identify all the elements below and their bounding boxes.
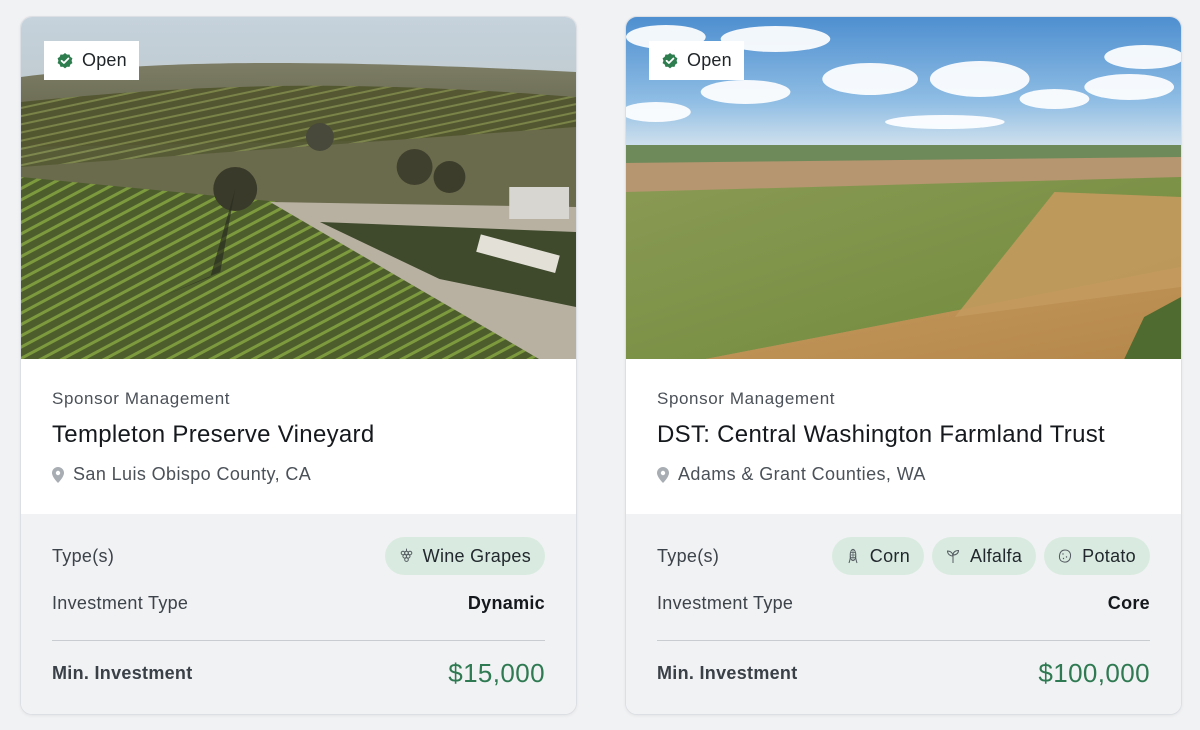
divider <box>657 640 1150 641</box>
sponsor-name: Sponsor Management <box>52 389 231 408</box>
listing-title[interactable]: Templeton Preserve Vineyard <box>52 421 375 449</box>
potato-icon <box>1058 548 1072 564</box>
sprout-icon <box>946 548 960 564</box>
type-chip-potato: Potato <box>1044 537 1150 575</box>
min-investment-row: Min. Investment $100,000 <box>657 657 1150 689</box>
location-text: San Luis Obispo County, CA <box>73 464 312 484</box>
types-row: Type(s) Corn Alfalfa Potato <box>657 537 1150 575</box>
investment-type-row: Investment Type Core <box>657 591 1150 615</box>
map-pin-icon <box>657 466 669 483</box>
types-label: Type(s) <box>657 545 720 566</box>
type-chip-corn: Corn <box>831 537 925 575</box>
corn-icon <box>846 548 860 564</box>
min-investment-label: Min. Investment <box>52 662 193 683</box>
min-investment-value: $100,000 <box>1038 657 1150 688</box>
min-investment-label: Min. Investment <box>657 662 798 683</box>
investment-type-value: Dynamic <box>467 592 545 613</box>
status-badge: Open <box>649 41 744 80</box>
status-badge: Open <box>44 41 139 80</box>
divider <box>52 640 545 641</box>
map-pin-icon <box>52 466 64 483</box>
chip-label: Potato <box>1082 545 1136 566</box>
sponsor-name: Sponsor Management <box>657 389 836 408</box>
status-label: Open <box>82 50 127 70</box>
listing-title[interactable]: DST: Central Washington Farmland Trust <box>657 421 1105 449</box>
verified-check-icon <box>661 52 679 70</box>
type-chip-wine-grapes: Wine Grapes <box>384 537 545 575</box>
status-label: Open <box>687 50 732 70</box>
chip-label: Alfalfa <box>970 545 1023 566</box>
location-text: Adams & Grant Counties, WA <box>678 464 926 484</box>
types-row: Type(s) Wine Grapes <box>52 537 545 575</box>
listing-details: Type(s) Wine Grapes Investment Type Dyna… <box>21 514 576 714</box>
chip-label: Corn <box>869 545 911 566</box>
listing-details: Type(s) Corn Alfalfa Potato Investment T… <box>626 514 1181 714</box>
type-chips: Wine Grapes <box>384 537 545 575</box>
min-investment-row: Min. Investment $15,000 <box>52 657 545 689</box>
type-chip-alfalfa: Alfalfa <box>932 537 1037 575</box>
listing-summary: Sponsor Management Templeton Preserve Vi… <box>21 359 576 514</box>
grapes-icon <box>399 548 413 564</box>
investment-type-label: Investment Type <box>657 592 794 613</box>
listing-card[interactable]: Open Sponsor Management DST: Central Was… <box>625 16 1182 715</box>
investment-type-label: Investment Type <box>52 592 189 613</box>
investment-type-row: Investment Type Dynamic <box>52 591 545 615</box>
min-investment-value: $15,000 <box>448 657 545 688</box>
listing-card[interactable]: Open Sponsor Management Templeton Preser… <box>20 16 577 715</box>
types-label: Type(s) <box>52 545 115 566</box>
investment-type-value: Core <box>1107 592 1150 613</box>
listing-summary: Sponsor Management DST: Central Washingt… <box>626 359 1181 514</box>
chip-label: Wine Grapes <box>422 545 531 566</box>
listing-location: Adams & Grant Counties, WA <box>657 464 926 485</box>
type-chips: Corn Alfalfa Potato <box>831 537 1150 575</box>
verified-check-icon <box>56 52 74 70</box>
listing-location: San Luis Obispo County, CA <box>52 464 311 485</box>
